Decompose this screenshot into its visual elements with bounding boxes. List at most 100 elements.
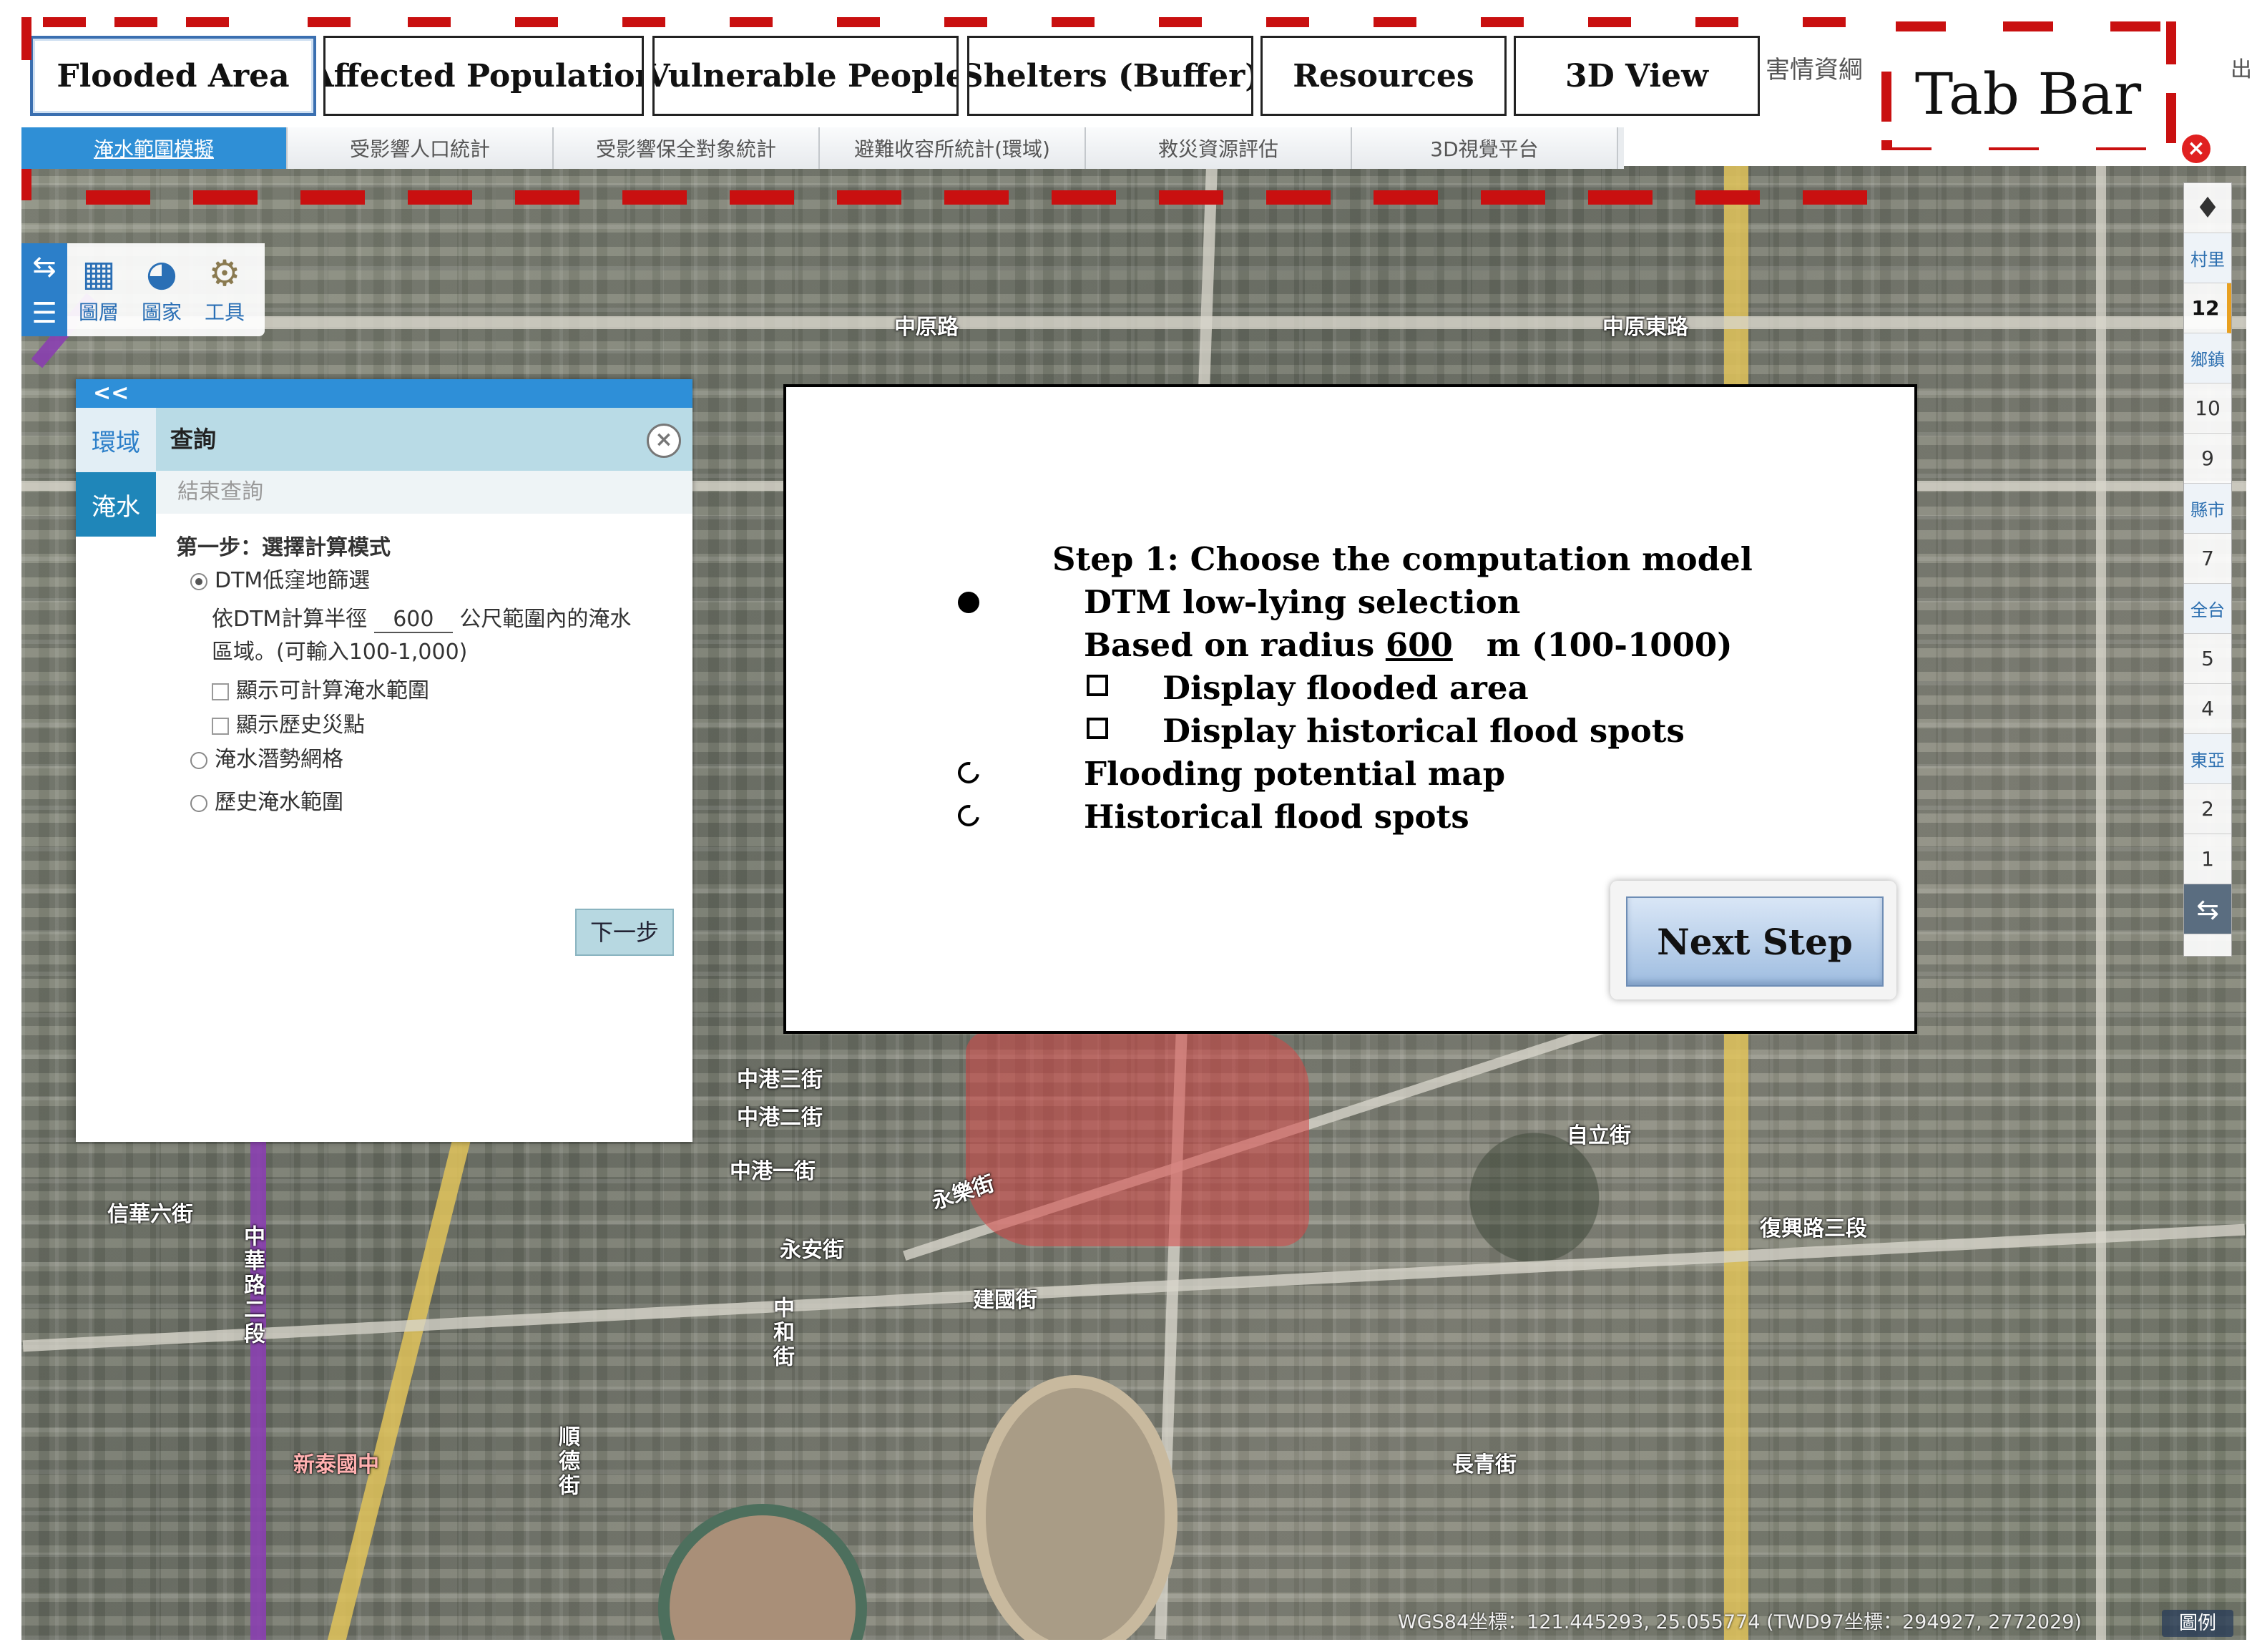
callout-dash [1803, 190, 1867, 205]
map-label: 中和街 [769, 1296, 794, 1369]
radius-prefix: 依DTM計算半徑 [212, 607, 368, 632]
taiwan-icon[interactable]: ♦ [2184, 183, 2231, 233]
legend-button[interactable]: 圖例 [2162, 1610, 2233, 1637]
tab-flooded-area[interactable]: Flooded Area [30, 36, 316, 116]
callout-dash [1374, 17, 1416, 27]
map-label: 中港三街 [737, 1067, 823, 1093]
zoom-level-county[interactable]: 縣市 [2184, 484, 2231, 534]
callout-dash [43, 17, 86, 27]
callout-dash [1588, 190, 1653, 205]
checkbox-flood[interactable] [212, 683, 229, 700]
strip-tab-shelters[interactable]: 避難收容所統計(環域) [820, 127, 1086, 169]
radius-row: 依DTM計算半徑 600 公尺範圍內的淹水 [212, 601, 631, 633]
overlay-next-step-button[interactable]: Next Step [1626, 896, 1884, 987]
tab-resources[interactable]: Resources [1260, 36, 1507, 116]
zoom-level-taiwan[interactable]: 全台 [2184, 584, 2231, 634]
callout-dash [1052, 17, 1095, 27]
close-icon[interactable]: × [647, 424, 681, 458]
tab-affected-population[interactable]: Affected Population [323, 36, 644, 116]
callout-dash [408, 17, 451, 27]
tab-shelters-buffer[interactable]: Shelters (Buffer) [967, 36, 1253, 116]
menu-icon[interactable]: ☰ [31, 297, 57, 330]
callout-dash [114, 17, 157, 27]
zoom-level-1[interactable]: 1 [2184, 834, 2231, 884]
end-query-link[interactable]: 結束查詢 [156, 471, 692, 514]
map-label: 復興路三段 [1760, 1216, 1867, 1241]
map-label: 中港二街 [737, 1105, 823, 1130]
map-label: 建國街 [973, 1288, 1037, 1313]
overlay-option-historical: Historical flood spots [1084, 798, 1469, 836]
toolbar-toggle[interactable]: ⇆ ☰ [21, 243, 67, 336]
stadium-field [658, 1504, 867, 1640]
radius-input[interactable]: 600 [373, 607, 453, 633]
callout-dash [622, 17, 665, 27]
zoom-level-5[interactable]: 5 [2184, 634, 2231, 684]
strip-tab-flood-simulation[interactable]: 淹水範圍模擬 [21, 127, 288, 169]
tool-basemap[interactable]: ◕ 圖家 [130, 243, 193, 336]
zoom-level-village[interactable]: 村里 [2184, 233, 2231, 283]
tool-label: 工具 [204, 300, 245, 324]
zoom-level-7[interactable]: 7 [2184, 534, 2231, 584]
swap-icon[interactable]: ⇆ [32, 250, 57, 283]
overlay-radius-suffix: m (100-1000) [1486, 626, 1733, 664]
zoom-level-10[interactable]: 10 [2184, 383, 2231, 434]
check-flood-row[interactable]: 顯示可計算淹水範圍 [212, 673, 429, 704]
strip-tab-3d[interactable]: 3D視覺平台 [1352, 127, 1618, 169]
callout-dash [21, 165, 31, 200]
callout-dash [944, 190, 1009, 205]
strip-tab-population[interactable]: 受影響人口統計 [288, 127, 554, 169]
zoom-level-east-asia[interactable]: 東亞 [2184, 734, 2231, 784]
tool-label: 圖家 [141, 300, 182, 324]
bullet-selected-icon [958, 592, 979, 613]
callout-dash [1266, 17, 1309, 27]
exit-link[interactable]: 出 [2231, 52, 2252, 83]
callout-dash [1481, 17, 1524, 27]
strip-tab-resources[interactable]: 救災資源評估 [1086, 127, 1352, 169]
swap-icon[interactable]: ⇆ [2184, 884, 2231, 934]
zoom-level-township[interactable]: 鄉鎮 [2184, 333, 2231, 383]
map-label: 永安街 [780, 1238, 844, 1263]
radio-potential[interactable] [190, 751, 207, 769]
zoom-level-4[interactable]: 4 [2184, 684, 2231, 734]
callout-dash [1896, 21, 1946, 31]
option-potential[interactable]: 淹水潛勢網格 [190, 741, 343, 773]
tab-vulnerable-people[interactable]: Vulnerable People [652, 36, 959, 116]
callout-dash [622, 190, 687, 205]
callout-dash [837, 17, 880, 27]
callout-dash [730, 190, 794, 205]
callout-dash [86, 190, 150, 205]
check-history-row[interactable]: 顯示歷史災點 [212, 707, 365, 738]
map-label: 中港一街 [730, 1159, 816, 1184]
strip-tab-vulnerable[interactable]: 受影響保全對象統計 [554, 127, 820, 169]
tab-3d-view[interactable]: 3D View [1514, 36, 1760, 116]
map-label: 中華路二段 [240, 1225, 265, 1346]
gear-icon: ⚙ [208, 253, 241, 294]
zoom-level-9[interactable]: 9 [2184, 434, 2231, 484]
callout-dash [1052, 190, 1116, 205]
callout-dash [1159, 17, 1202, 27]
overlay-check-history: Display historical flood spots [1162, 712, 1685, 750]
zoom-level-2[interactable]: 2 [2184, 784, 2231, 834]
option-historical[interactable]: 歷史淹水範圍 [190, 784, 343, 816]
info-link[interactable]: 害情資綱 [1766, 50, 1863, 85]
callout-dash [1159, 190, 1223, 205]
close-icon[interactable]: × [2182, 135, 2211, 163]
overlay-check-flood: Display flooded area [1162, 669, 1529, 707]
callout-dash [1266, 190, 1331, 205]
checkbox-history[interactable] [212, 717, 229, 735]
panel-collapse[interactable]: << [76, 379, 692, 408]
callout-dash [515, 190, 579, 205]
callout-dash [300, 190, 365, 205]
radio-historical[interactable] [190, 794, 207, 812]
option-dtm[interactable]: DTM低窪地篩選 [190, 562, 370, 594]
side-tab-buffer[interactable]: 環域 [76, 408, 156, 472]
next-step-button[interactable]: 下一步 [575, 909, 674, 956]
tool-layers[interactable]: ▦ 圖層 [67, 243, 130, 336]
zoom-level-12[interactable]: 12 [2184, 283, 2231, 333]
panel-query-bar: 查詢 × [156, 408, 692, 471]
radio-dtm[interactable] [190, 572, 207, 590]
stadium-track [973, 1375, 1178, 1640]
tool-tools[interactable]: ⚙ 工具 [193, 243, 256, 336]
side-tab-flood[interactable]: 淹水 [76, 472, 156, 537]
callout-dash [1881, 72, 1891, 122]
